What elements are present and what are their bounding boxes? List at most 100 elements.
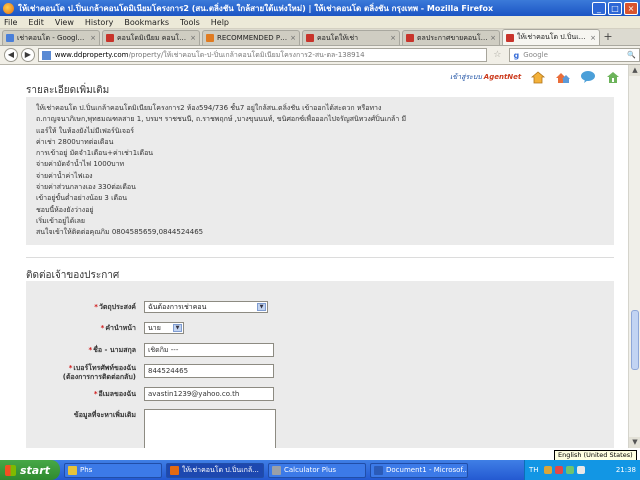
- page-scrollbar[interactable]: ▲ ▼: [628, 65, 640, 448]
- scroll-thumb[interactable]: [631, 310, 639, 370]
- tab-close-icon[interactable]: ×: [190, 34, 196, 42]
- message-textarea[interactable]: [144, 409, 276, 448]
- tab-favicon-icon: [406, 34, 414, 42]
- bookmark-star-icon[interactable]: ☆: [493, 50, 501, 60]
- contact-form: *วัตถุประสงค์ ฉันต้องการเช่าคอน ▼ *คำนำห…: [26, 281, 614, 448]
- section-divider: [26, 257, 614, 258]
- house-key-icon[interactable]: [530, 70, 546, 84]
- taskbar-item[interactable]: Phs: [64, 462, 162, 478]
- title-select[interactable]: นาย ▼: [144, 322, 184, 334]
- title-selected-value: นาย: [148, 323, 161, 332]
- tab-favicon-icon: [506, 33, 514, 42]
- tray-app-icon[interactable]: [554, 466, 563, 474]
- url-bar[interactable]: www.ddproperty.com /property/ให้เช่าคอนโ…: [37, 48, 488, 62]
- description-line: แอร์ให้ ในห้องยังไม่มีเฟอร์นิเจอร์: [36, 126, 134, 135]
- description-line: เริ่มเข้าอยู่ได้เลย: [36, 216, 86, 225]
- purpose-selected-value: ฉันต้องการเช่าคอน: [148, 302, 207, 311]
- word-document-icon: [374, 465, 383, 475]
- tray-app-icon[interactable]: [543, 466, 552, 474]
- menu-history[interactable]: History: [85, 18, 113, 27]
- search-icon[interactable]: 🔍: [627, 51, 636, 59]
- taskbar-item[interactable]: Calculator Plus: [268, 462, 366, 478]
- maximize-button[interactable]: □: [608, 1, 622, 15]
- browser-tab[interactable]: RECOMMENDED PROP... ×: [202, 30, 300, 45]
- tab-close-icon[interactable]: ×: [590, 34, 596, 42]
- windows-logo-icon: [5, 464, 16, 476]
- start-button[interactable]: start: [0, 460, 60, 480]
- scroll-down-arrow-icon[interactable]: ▼: [629, 437, 640, 448]
- browser-tab[interactable]: เช่าคอนโด - Google Se... ×: [2, 30, 100, 45]
- phone-field[interactable]: 844524465: [144, 364, 274, 378]
- browser-tab-active[interactable]: ให้เช่าคอนโด ป.ปิ่นเกล้... ×: [502, 29, 600, 45]
- message-label: ข้อมูลที่จะหาเพิ่มเติม: [73, 411, 136, 419]
- description-line: จ่ายค่ามัดจำน้ำไฟ 1000บาท: [36, 160, 125, 169]
- tab-favicon-icon: [206, 34, 214, 42]
- menu-help[interactable]: Help: [211, 18, 229, 27]
- taskbar-item-label: Document1 - Microsof...: [386, 466, 468, 474]
- browser-tab[interactable]: คอนโดให้เช่า ×: [302, 30, 400, 45]
- purpose-select[interactable]: ฉันต้องการเช่าคอน ▼: [144, 301, 268, 313]
- description-line: จ่ายค่าน้ำค่าไฟเอง: [36, 171, 93, 180]
- clock: 21:38: [615, 466, 636, 474]
- phone-sublabel: (ต้องการการติดต่อกลับ): [62, 373, 136, 381]
- name-field[interactable]: เชิดกิม ---: [144, 343, 274, 357]
- search-input[interactable]: g Google 🔍: [509, 48, 640, 62]
- chevron-down-icon[interactable]: ▼: [257, 303, 266, 311]
- browser-tab[interactable]: ตลประกาศขายคอนโด 1... ×: [402, 30, 500, 45]
- chat-bubble-icon[interactable]: [580, 70, 596, 84]
- house-group-icon[interactable]: [555, 70, 571, 84]
- page-content: เข้าสู่ระบบ AgentNet รายละเอียดเพิ่มเติม…: [0, 65, 628, 448]
- description-line: ให้เช่าคอนโด ป.ปิ่นเกล้าคอนโดมิเนียมโครง…: [36, 104, 382, 112]
- title-label: *คำนำหน้า: [100, 324, 136, 332]
- volume-icon[interactable]: [576, 466, 585, 474]
- tab-label: เช่าคอนโด - Google Se...: [17, 33, 89, 42]
- details-heading: รายละเอียดเพิ่มเติม: [26, 85, 110, 96]
- url-path: /property/ให้เช่าคอนโด-ป-ปิ่นเกล้าคอนโดม…: [128, 50, 365, 59]
- tab-close-icon[interactable]: ×: [490, 34, 496, 42]
- tray-app-icon[interactable]: [565, 466, 574, 474]
- google-icon[interactable]: g: [513, 51, 519, 60]
- navigation-bar: ◀ ▶ www.ddproperty.com /property/ให้เช่า…: [0, 46, 640, 65]
- scroll-up-arrow-icon[interactable]: ▲: [629, 65, 640, 76]
- tab-close-icon[interactable]: ×: [290, 34, 296, 42]
- menu-file[interactable]: File: [4, 18, 17, 27]
- firefox-icon: [170, 465, 179, 475]
- taskbar-item-label: Calculator Plus: [284, 466, 337, 474]
- taskbar: start Phs ให้เช่าคอนโด ป.ปิ่นเกล้... Cal…: [0, 460, 640, 480]
- chevron-down-icon[interactable]: ▼: [173, 324, 182, 332]
- menu-bar: File Edit View History Bookmarks Tools H…: [0, 16, 640, 29]
- window-title: ให้เช่าคอนโด ป.ปิ่นเกล้าคอนโดมิเนียมโครง…: [18, 3, 494, 13]
- tab-close-icon[interactable]: ×: [390, 34, 396, 42]
- taskbar-item-label: ให้เช่าคอนโด ป.ปิ่นเกล้...: [182, 465, 259, 474]
- tab-label: ให้เช่าคอนโด ป.ปิ่นเกล้...: [517, 33, 589, 41]
- menu-tools[interactable]: Tools: [180, 18, 200, 27]
- menu-view[interactable]: View: [55, 18, 74, 27]
- menu-bookmarks[interactable]: Bookmarks: [124, 18, 169, 27]
- description-line: ค่าเช่า 2800บาทต่อเดือน: [36, 137, 114, 146]
- taskbar-item-label: Phs: [80, 466, 93, 474]
- system-tray: TH 21:38: [524, 460, 640, 480]
- taskbar-item-active[interactable]: ให้เช่าคอนโด ป.ปิ่นเกล้...: [166, 462, 264, 478]
- house-plus-icon[interactable]: [605, 70, 621, 84]
- back-button[interactable]: ◀: [4, 48, 18, 62]
- agentnet-login-label[interactable]: เข้าสู่ระบบ: [450, 72, 482, 83]
- tab-close-icon[interactable]: ×: [90, 34, 96, 42]
- menu-edit[interactable]: Edit: [28, 18, 44, 27]
- taskbar-item[interactable]: Document1 - Microsof...: [370, 462, 468, 478]
- forward-button[interactable]: ▶: [20, 48, 35, 62]
- site-identity-icon[interactable]: [41, 50, 51, 60]
- email-field[interactable]: avastin1239@yahoo.co.th: [144, 387, 274, 401]
- new-tab-button[interactable]: +: [602, 31, 614, 45]
- agentnet-brand[interactable]: AgentNet: [484, 73, 521, 81]
- browser-tab[interactable]: คอนโดมิเนียม คอนโด ที่... ×: [102, 30, 200, 45]
- language-indicator[interactable]: TH: [529, 466, 539, 474]
- agentnet-login[interactable]: เข้าสู่ระบบ AgentNet: [450, 70, 621, 84]
- tab-bar: เช่าคอนโด - Google Se... × คอนโดมิเนียม …: [0, 29, 640, 46]
- tab-label: RECOMMENDED PROP...: [217, 34, 288, 42]
- name-label: *ชื่อ - นามสกุล: [88, 346, 136, 354]
- close-button[interactable]: ×: [624, 1, 638, 15]
- description-line: การเข้าอยู่ มัดจำ1เดือน+ค่าเช่า1เดือน: [36, 149, 154, 158]
- description-line: เข้าอยู่ขั้นต่ำอย่างน้อย 3 เดือน: [36, 194, 128, 203]
- folder-icon: [68, 465, 77, 475]
- minimize-button[interactable]: _: [592, 1, 606, 15]
